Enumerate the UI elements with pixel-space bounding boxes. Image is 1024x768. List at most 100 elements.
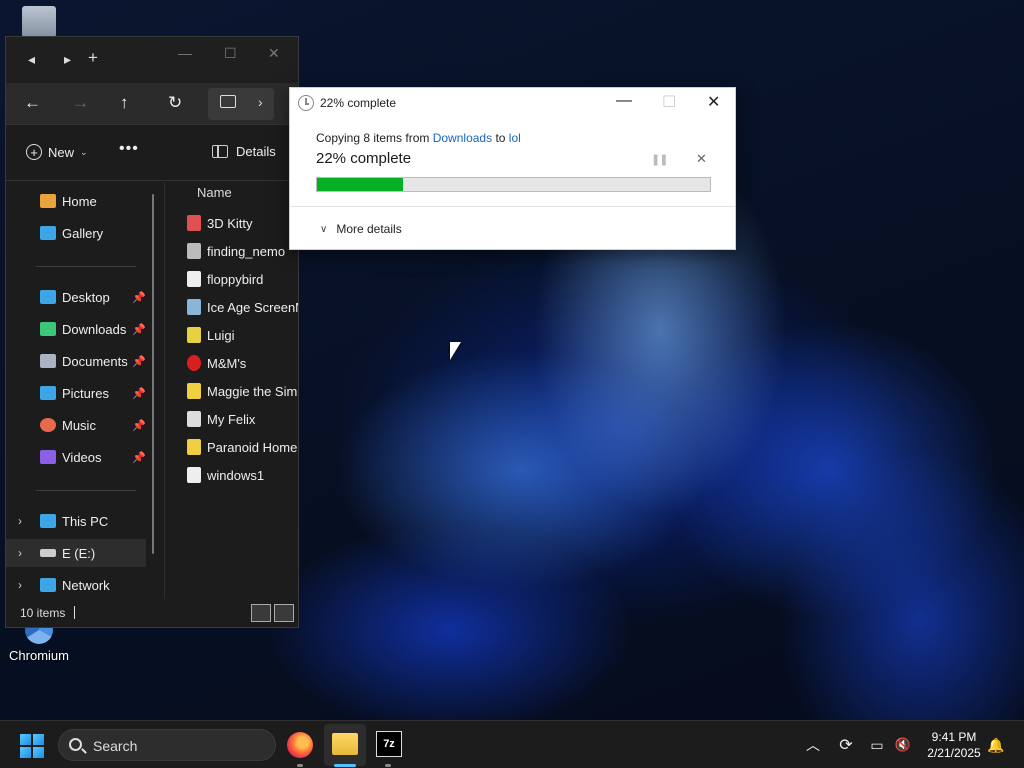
- to-word: to: [495, 131, 506, 145]
- file-item[interactable]: Luigi: [187, 321, 234, 349]
- file-item[interactable]: finding_nemo: [187, 237, 285, 265]
- details-label: Details: [236, 144, 276, 159]
- address-bar[interactable]: ›: [208, 88, 274, 120]
- progress-fill: [317, 178, 404, 191]
- 7zip-icon[interactable]: 7z: [376, 731, 402, 757]
- clock-icon: [298, 95, 314, 111]
- copy-progress-dialog: 22% complete — ☐ ✕ Copying 8 items from …: [289, 87, 736, 250]
- nav-item-pictures[interactable]: Pictures 📌: [6, 379, 146, 407]
- nav-item-this-pc[interactable]: › This PC: [6, 507, 146, 535]
- tab-scroll-right-icon[interactable]: ▸: [64, 51, 71, 68]
- file-item[interactable]: Ice Age ScreenMa: [187, 293, 298, 321]
- new-button-label: New: [48, 144, 75, 160]
- new-button[interactable]: + New ⌄: [26, 144, 88, 160]
- nav-item-gallery[interactable]: Gallery: [6, 219, 146, 247]
- progress-bar: [316, 177, 711, 192]
- music-icon: [40, 418, 56, 432]
- back-icon[interactable]: ←: [24, 93, 41, 113]
- close-icon[interactable]: ✕: [268, 45, 280, 62]
- source-link[interactable]: Downloads: [433, 131, 492, 145]
- explorer-navigation-bar: ← → ↑ ↻ ›: [6, 83, 298, 125]
- minimize-icon[interactable]: —: [616, 92, 632, 110]
- file-icon: [187, 355, 201, 371]
- file-item[interactable]: M&M's: [187, 349, 246, 377]
- nav-separator: [36, 490, 136, 491]
- explorer-body: Home Gallery Desktop 📌 Downloads 📌 Docum…: [6, 182, 298, 602]
- details-view-icon[interactable]: [251, 604, 271, 622]
- running-indicator: [297, 764, 303, 767]
- expand-chevron-icon[interactable]: ›: [18, 578, 22, 592]
- file-label: windows1: [207, 467, 265, 483]
- navigation-pane: Home Gallery Desktop 📌 Downloads 📌 Docum…: [6, 182, 164, 602]
- more-options-icon[interactable]: •••: [119, 140, 139, 158]
- details-pane-button[interactable]: Details: [212, 144, 276, 159]
- new-tab-icon[interactable]: +: [88, 48, 98, 68]
- status-bar: 10 items: [6, 599, 298, 627]
- tab-scroll-left-icon[interactable]: ◂: [28, 51, 35, 68]
- chevron-up-icon[interactable]: ︿: [804, 721, 822, 768]
- file-label: My Felix: [207, 411, 256, 427]
- nav-item-network[interactable]: › Network: [6, 571, 146, 599]
- mouse-pointer-icon: [450, 342, 461, 360]
- pause-icon[interactable]: ❚❚: [651, 153, 668, 166]
- explorer-tab-bar: ◂ ▸ + — ☐ ✕: [6, 37, 298, 83]
- 7zip-label: 7z: [383, 738, 395, 750]
- file-label: Luigi: [207, 327, 235, 343]
- home-icon: [40, 194, 56, 208]
- destination-link[interactable]: lol: [509, 131, 521, 145]
- chromium-label: Chromium: [9, 648, 69, 663]
- nav-item-downloads[interactable]: Downloads 📌: [6, 315, 146, 343]
- file-label: Paranoid Homer: [207, 439, 298, 455]
- explorer-command-bar: + New ⌄ ••• Details: [6, 125, 298, 181]
- file-item[interactable]: My Felix: [187, 405, 255, 433]
- details-pane-icon: [212, 145, 228, 158]
- nav-item-home[interactable]: Home: [6, 187, 146, 215]
- update-icon[interactable]: ⟳: [836, 721, 856, 768]
- cancel-icon[interactable]: ✕: [696, 151, 707, 167]
- taskbar-search[interactable]: Search: [58, 729, 276, 761]
- start-button[interactable]: [20, 734, 44, 758]
- file-icon: [187, 215, 201, 231]
- firefox-icon[interactable]: [287, 732, 313, 758]
- recycle-bin-shortcut[interactable]: [6, 6, 72, 40]
- file-item[interactable]: Maggie the Simps: [187, 377, 298, 405]
- speaker-muted-icon[interactable]: 🔇: [893, 721, 913, 768]
- nav-item-label: Desktop: [62, 289, 110, 305]
- minimize-icon[interactable]: —: [178, 45, 192, 61]
- expand-chevron-icon[interactable]: ›: [18, 514, 22, 528]
- close-icon[interactable]: ✕: [707, 92, 720, 112]
- file-icon: [187, 467, 201, 483]
- nav-item-label: Network: [62, 577, 110, 593]
- tiles-view-icon[interactable]: [274, 604, 294, 622]
- notification-bell-icon[interactable]: 🔔: [986, 721, 1006, 768]
- expand-chevron-icon[interactable]: ›: [18, 546, 22, 560]
- file-item[interactable]: floppybird: [187, 265, 263, 293]
- nav-item-label: E (E:): [62, 545, 96, 561]
- refresh-icon[interactable]: ↻: [168, 93, 182, 113]
- file-item[interactable]: 3D Kitty: [187, 209, 253, 237]
- pin-icon: 📌: [132, 355, 146, 368]
- taskbar-clock[interactable]: 9:41 PM 2/21/2025: [922, 729, 986, 761]
- column-header-name[interactable]: Name: [197, 185, 232, 200]
- taskbar: Search 7z ︿ ⟳ ▭ 🔇 9:41 PM 2/21/2025 🔔: [0, 720, 1024, 768]
- chevron-right-icon: ›: [258, 94, 263, 110]
- up-icon[interactable]: ↑: [120, 93, 129, 113]
- more-details-button[interactable]: ∨ More details: [320, 222, 402, 236]
- forward-icon[interactable]: →: [72, 93, 89, 113]
- file-item[interactable]: windows1: [187, 461, 264, 489]
- nav-item-videos[interactable]: Videos 📌: [6, 443, 146, 471]
- maximize-icon[interactable]: ☐: [224, 45, 237, 62]
- nav-item-music[interactable]: Music 📌: [6, 411, 146, 439]
- pin-icon: 📌: [132, 419, 146, 432]
- file-list: Name 3D Kitty finding_nemo floppybird Ic…: [165, 182, 298, 602]
- nav-item-drive-e[interactable]: › E (E:): [6, 539, 146, 567]
- file-label: 3D Kitty: [207, 215, 253, 231]
- network-status-icon[interactable]: ▭: [867, 721, 887, 768]
- navigation-scrollbar[interactable]: [152, 194, 154, 554]
- file-item[interactable]: Paranoid Homer: [187, 433, 298, 461]
- file-icon: [187, 439, 201, 455]
- desktop-icon: [40, 290, 56, 304]
- nav-item-desktop[interactable]: Desktop 📌: [6, 283, 146, 311]
- nav-item-label: Videos: [62, 449, 102, 465]
- nav-item-documents[interactable]: Documents 📌: [6, 347, 146, 375]
